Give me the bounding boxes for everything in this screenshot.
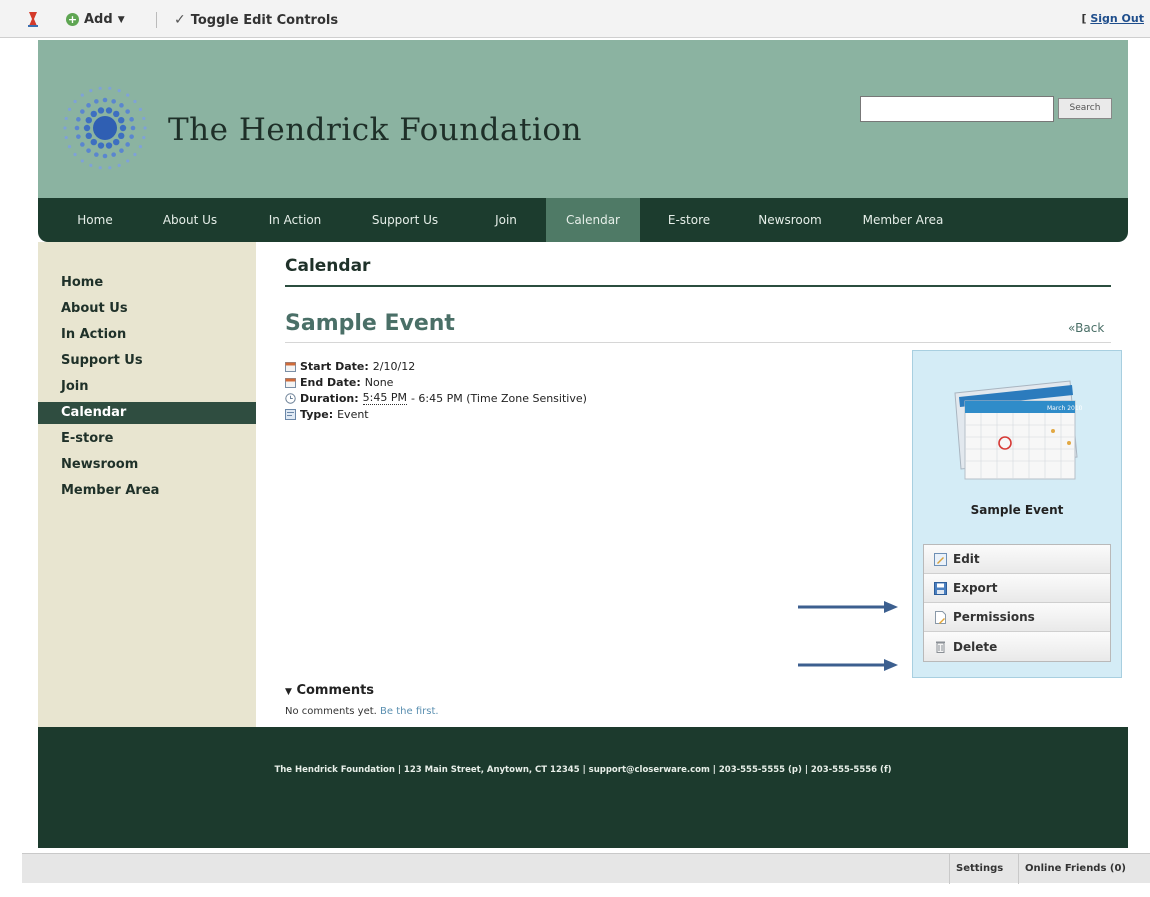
checkmark-icon: ✓ xyxy=(174,12,186,28)
add-label: Add xyxy=(84,12,113,27)
sidebar-item-in-action[interactable]: In Action xyxy=(38,322,256,348)
event-details: Start Date: 2/10/12 End Date: None Durat… xyxy=(285,358,587,422)
comments-heading: Comments xyxy=(296,683,375,698)
online-friends-button[interactable]: Online Friends (0) xyxy=(1018,854,1132,884)
sidebar-item-join[interactable]: Join xyxy=(38,374,256,400)
calendar-illustration-header: March 2010 xyxy=(1047,405,1083,412)
main-content: Calendar Sample Event «Back Start Date: … xyxy=(256,242,1128,727)
permissions-label: Permissions xyxy=(953,610,1035,624)
sidebar-item-about-us[interactable]: About Us xyxy=(38,296,256,322)
sidebar-item-home[interactable]: Home xyxy=(38,270,256,296)
site-header: The Hendrick Foundation Search xyxy=(38,40,1128,198)
sidebar-item-newsroom[interactable]: Newsroom xyxy=(38,452,256,478)
title-divider xyxy=(285,285,1111,287)
event-title: Sample Event xyxy=(285,311,455,336)
duration-row: Duration: 5:45 PM - 6:45 PM (Time Zone S… xyxy=(285,390,587,406)
event-divider xyxy=(285,342,1111,343)
search-button[interactable]: Search xyxy=(1058,98,1112,119)
foundation-logo-icon[interactable] xyxy=(50,70,160,180)
duration-label: Duration: xyxy=(300,391,359,405)
sign-out-area: [ Sign Out xyxy=(1081,12,1144,25)
calendar-illustration-icon: March 2010 xyxy=(954,380,1083,480)
type-label: Type: xyxy=(300,407,334,421)
nav-item-in-action[interactable]: In Action xyxy=(256,198,334,242)
event-side-panel: March 2010 Sample Event Edit Export Perm… xyxy=(912,350,1122,678)
type-row: Type: Event xyxy=(285,406,587,422)
site-title[interactable]: The Hendrick Foundation xyxy=(168,112,582,148)
sign-out-bracket: [ xyxy=(1081,12,1087,25)
toggle-edit-label: Toggle Edit Controls xyxy=(190,12,339,28)
toggle-edit-controls-button[interactable]: ✓ Toggle Edit Controls xyxy=(174,12,338,28)
sidebar-item-member-area[interactable]: Member Area xyxy=(38,478,256,504)
permissions-icon xyxy=(935,610,946,624)
main-nav: Home About Us In Action Support Us Join … xyxy=(38,198,1128,242)
add-icon: + xyxy=(66,13,79,26)
dropdown-arrow-icon: ▼ xyxy=(117,14,125,25)
arrow-to-permissions-icon xyxy=(798,659,898,671)
delete-icon xyxy=(936,641,945,653)
calendar-icon xyxy=(285,361,296,372)
nav-item-support-us[interactable]: Support Us xyxy=(360,198,450,242)
app-logo-icon[interactable] xyxy=(26,10,40,28)
clock-icon xyxy=(285,392,296,404)
sidebar-item-calendar[interactable]: Calendar xyxy=(38,402,256,424)
add-menu-button[interactable]: + Add ▼ xyxy=(66,12,125,27)
sidebar-item-e-store[interactable]: E-store xyxy=(38,426,256,452)
start-date-row: Start Date: 2/10/12 xyxy=(285,358,587,374)
start-date-label: Start Date: xyxy=(300,359,369,373)
export-button[interactable]: Export xyxy=(924,574,1110,603)
search-input[interactable] xyxy=(860,96,1054,122)
page-title: Calendar xyxy=(285,256,371,276)
triangle-down-icon: ▼ xyxy=(285,687,292,697)
nav-item-e-store[interactable]: E-store xyxy=(652,198,726,242)
settings-button[interactable]: Settings xyxy=(949,854,1009,884)
export-label: Export xyxy=(953,581,998,595)
admin-toolbar: + Add ▼ ✓ Toggle Edit Controls [ Sign Ou… xyxy=(0,0,1150,38)
nav-item-join[interactable]: Join xyxy=(476,198,536,242)
comments-empty-text: No comments yet. xyxy=(285,706,377,717)
nav-item-member-area[interactable]: Member Area xyxy=(850,198,956,242)
nav-item-about-us[interactable]: About Us xyxy=(150,198,230,242)
end-date-value: None xyxy=(364,375,394,389)
arrow-to-edit-icon xyxy=(798,601,898,613)
export-icon xyxy=(934,581,947,595)
be-the-first-link[interactable]: Be the first. xyxy=(380,706,439,717)
site-frame: The Hendrick Foundation Search Home Abou… xyxy=(38,40,1128,848)
toolbar-divider xyxy=(156,12,157,28)
edit-label: Edit xyxy=(953,552,980,566)
comments-empty: No comments yet. Be the first. xyxy=(285,706,439,717)
start-date-value: 2/10/12 xyxy=(372,359,416,373)
footer-contact-text: The Hendrick Foundation | 123 Main Stree… xyxy=(274,765,892,775)
end-date-row: End Date: None xyxy=(285,374,587,390)
sidebar-item-support-us[interactable]: Support Us xyxy=(38,348,256,374)
duration-start-time: 5:45 PM xyxy=(362,391,407,405)
panel-event-title: Sample Event xyxy=(970,503,1064,517)
event-type-icon xyxy=(285,408,296,420)
comments-toggle[interactable]: ▼ Comments xyxy=(285,683,374,698)
permissions-button[interactable]: Permissions xyxy=(924,603,1110,632)
sign-out-link[interactable]: Sign Out xyxy=(1090,12,1144,25)
nav-item-home[interactable]: Home xyxy=(62,198,128,242)
bottom-status-bar: Settings Online Friends (0) xyxy=(22,853,1150,884)
delete-button[interactable]: Delete xyxy=(924,632,1110,661)
edit-icon xyxy=(934,552,947,566)
nav-item-calendar[interactable]: Calendar xyxy=(546,198,640,242)
delete-label: Delete xyxy=(953,639,998,654)
type-value: Event xyxy=(337,407,369,421)
back-link[interactable]: «Back xyxy=(1068,321,1104,335)
nav-item-newsroom[interactable]: Newsroom xyxy=(744,198,836,242)
site-footer: The Hendrick Foundation | 123 Main Stree… xyxy=(38,727,1128,848)
sidebar: Home About Us In Action Support Us Join … xyxy=(38,242,256,727)
end-date-label: End Date: xyxy=(300,375,361,389)
edit-button[interactable]: Edit xyxy=(924,545,1110,574)
duration-end-time: - 6:45 PM (Time Zone Sensitive) xyxy=(410,391,587,405)
event-actions-menu: Edit Export Permissions Delete xyxy=(923,544,1111,662)
calendar-icon xyxy=(285,377,296,388)
